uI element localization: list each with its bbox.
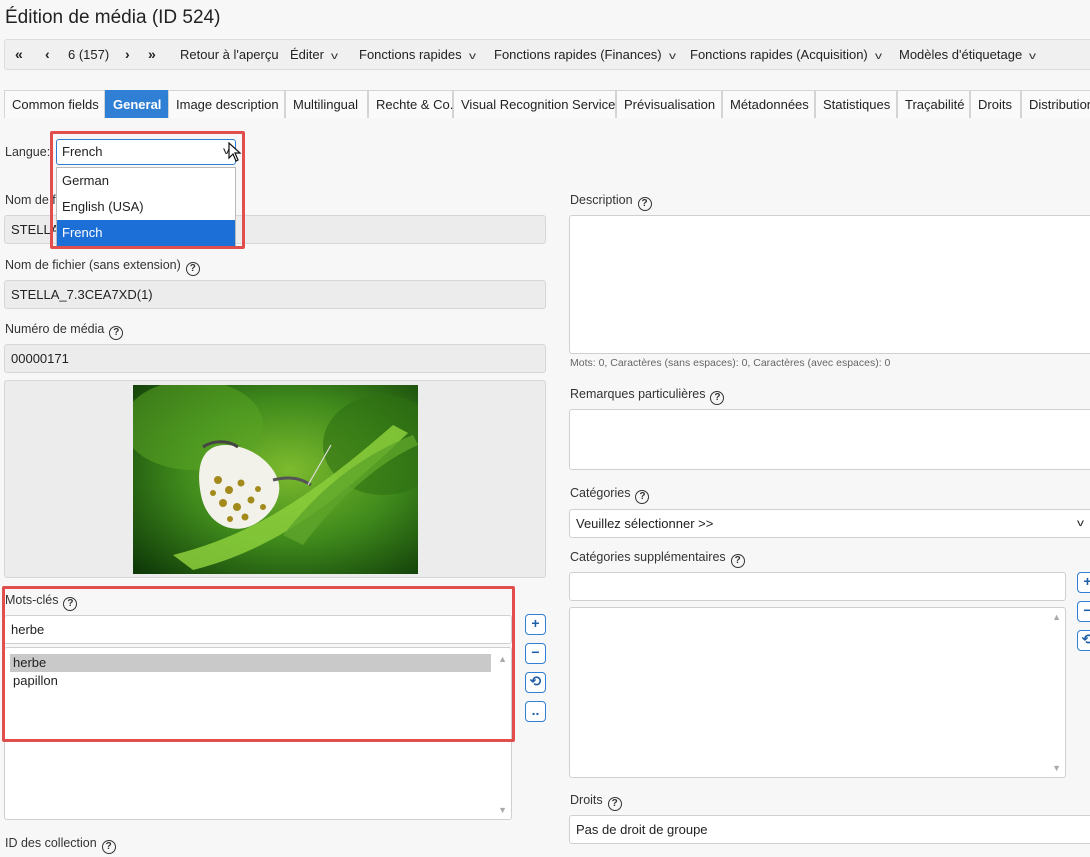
- record-position: 6 (157): [68, 47, 110, 62]
- collection-id-label: ID des collection?: [5, 836, 116, 854]
- chevron-down-icon: v: [668, 51, 676, 62]
- categories-select-value: Veuillez sélectionner >>: [576, 516, 714, 531]
- add-category-button[interactable]: +: [1077, 572, 1090, 593]
- last-record-button[interactable]: »: [148, 40, 156, 69]
- label-templates-label: Modèles d'étiquetage: [899, 47, 1023, 62]
- chevron-down-icon: v: [330, 51, 338, 62]
- quick-functions-menu[interactable]: Fonctions rapides v: [359, 40, 476, 69]
- tab-general[interactable]: General: [105, 90, 168, 118]
- extra-categories-input[interactable]: [569, 572, 1066, 601]
- scroll-down-icon[interactable]: ▼: [498, 805, 507, 815]
- edit-menu-label: Éditer: [290, 47, 324, 62]
- keywords-label: Mots-clés?: [5, 593, 78, 611]
- tab-statistics[interactable]: Statistiques: [815, 90, 897, 118]
- remove-category-button[interactable]: −: [1077, 601, 1090, 622]
- quick-functions-finance-label: Fonctions rapides (Finances): [494, 47, 662, 62]
- butterfly-image: [133, 385, 418, 574]
- categories-select[interactable]: Veuillez sélectionner >> v: [569, 509, 1090, 538]
- rights-field[interactable]: Pas de droit de groupe: [569, 815, 1090, 844]
- categories-label: Catégories?: [570, 486, 650, 504]
- keyword-input[interactable]: herbe: [4, 615, 512, 644]
- scroll-up-icon[interactable]: ▲: [1052, 612, 1061, 622]
- language-option-german[interactable]: German: [57, 168, 235, 194]
- refresh-keywords-button[interactable]: ⟲: [525, 672, 546, 693]
- help-icon[interactable]: ?: [637, 197, 652, 211]
- extra-categories-list[interactable]: ▲ ▼: [569, 607, 1066, 778]
- language-label: Langue:: [5, 145, 51, 159]
- help-icon[interactable]: ?: [730, 554, 745, 568]
- remove-keyword-button[interactable]: −: [525, 643, 546, 664]
- tab-rights[interactable]: Droits: [970, 90, 1021, 118]
- help-icon[interactable]: ?: [109, 326, 124, 340]
- list-item[interactable]: papillon: [10, 672, 491, 690]
- help-icon[interactable]: ?: [607, 797, 622, 811]
- toolbar: « ‹ 6 (157) › » Retour à l'aperçu Éditer…: [4, 39, 1090, 70]
- back-to-overview-link[interactable]: Retour à l'aperçu: [180, 40, 279, 69]
- media-number-label: Numéro de média?: [5, 322, 124, 340]
- quick-functions-label: Fonctions rapides: [359, 47, 462, 62]
- filename-noext-field[interactable]: STELLA_7.3CEA7XD(1): [4, 280, 546, 309]
- help-icon[interactable]: ?: [101, 840, 116, 854]
- quick-functions-acquisition-menu[interactable]: Fonctions rapides (Acquisition) v: [690, 40, 882, 69]
- more-keywords-button[interactable]: ..: [525, 701, 546, 722]
- tab-metadata[interactable]: Métadonnées: [722, 90, 815, 118]
- remarks-field[interactable]: [569, 409, 1090, 470]
- language-option-french[interactable]: French: [57, 220, 235, 246]
- help-icon[interactable]: ?: [63, 597, 78, 611]
- tab-preview[interactable]: Prévisualisation: [616, 90, 722, 118]
- remarks-label: Remarques particulières?: [570, 387, 725, 405]
- description-counter: Mots: 0, Caractères (sans espaces): 0, C…: [570, 357, 891, 369]
- media-number-field[interactable]: 00000171: [4, 344, 546, 373]
- help-icon[interactable]: ?: [185, 262, 200, 276]
- chevron-down-icon: v: [1077, 518, 1084, 529]
- tab-visual-recognition[interactable]: Visual Recognition Service: [453, 90, 616, 118]
- rights-label: Droits?: [570, 793, 622, 811]
- chevron-down-icon: v: [874, 51, 882, 62]
- edit-menu[interactable]: Éditer v: [290, 40, 338, 69]
- description-label: Description?: [570, 193, 652, 211]
- label-templates-menu[interactable]: Modèles d'étiquetage v: [899, 40, 1037, 69]
- tab-image-description[interactable]: Image description: [168, 90, 285, 118]
- help-icon[interactable]: ?: [635, 490, 650, 504]
- description-field[interactable]: [569, 215, 1090, 354]
- add-keyword-button[interactable]: +: [525, 614, 546, 635]
- first-record-button[interactable]: «: [15, 40, 23, 69]
- language-option-english[interactable]: English (USA): [57, 194, 235, 220]
- tab-common-fields[interactable]: Common fields: [4, 90, 105, 118]
- list-item[interactable]: herbe: [10, 654, 491, 672]
- chevron-down-icon: v: [468, 51, 476, 62]
- tab-multilingual[interactable]: Multilingual: [285, 90, 368, 118]
- extra-categories-label: Catégories supplémentaires?: [570, 550, 745, 568]
- previous-record-button[interactable]: ‹: [45, 40, 50, 69]
- language-select[interactable]: French v: [56, 139, 236, 165]
- keyword-list[interactable]: herbe papillon ▲ ▼: [4, 647, 512, 820]
- tab-rechte[interactable]: Rechte & Co.: [368, 90, 453, 118]
- quick-functions-finance-menu[interactable]: Fonctions rapides (Finances) v: [494, 40, 676, 69]
- chevron-down-icon: v: [1029, 51, 1037, 62]
- refresh-categories-button[interactable]: ⟲: [1077, 630, 1090, 651]
- next-record-button[interactable]: ›: [125, 40, 130, 69]
- image-preview-panel: [4, 380, 546, 578]
- language-selected-value: French: [62, 144, 103, 159]
- page-title: Édition de média (ID 524): [5, 7, 221, 28]
- tab-bar: Common fields General Image description …: [4, 90, 1090, 118]
- scroll-up-icon[interactable]: ▲: [498, 654, 507, 664]
- scroll-down-icon[interactable]: ▼: [1052, 763, 1061, 773]
- language-dropdown: German English (USA) French: [56, 167, 236, 246]
- filename-noext-label: Nom de fichier (sans extension)?: [5, 258, 200, 276]
- tab-traceability[interactable]: Traçabilité: [897, 90, 970, 118]
- quick-functions-acquisition-label: Fonctions rapides (Acquisition): [690, 47, 868, 62]
- tab-distribution[interactable]: Distribution: [1021, 90, 1090, 118]
- help-icon[interactable]: ?: [710, 391, 725, 405]
- mouse-cursor-icon: [228, 141, 242, 167]
